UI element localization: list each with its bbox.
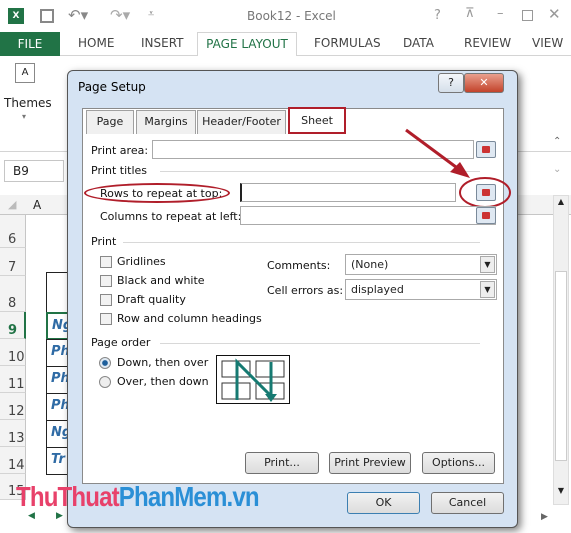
divider bbox=[123, 242, 480, 243]
expand-formula-icon[interactable]: ⌄ bbox=[553, 164, 561, 175]
checkbox[interactable] bbox=[100, 294, 112, 306]
cols-repeat-input[interactable] bbox=[240, 206, 496, 225]
cell-errors-label: Cell errors as: bbox=[267, 284, 344, 297]
tab-data[interactable]: DATA bbox=[403, 36, 434, 50]
ribbon-display-icon[interactable]: ⊼ bbox=[465, 6, 475, 21]
row-header[interactable]: 14 bbox=[0, 447, 26, 474]
print-titles-label: Print titles bbox=[91, 164, 148, 177]
help-icon[interactable]: ? bbox=[434, 8, 441, 23]
page-order-label: Page order bbox=[91, 336, 151, 349]
chevron-down-icon[interactable]: ▼ bbox=[480, 256, 495, 273]
row-header[interactable]: 10 bbox=[0, 339, 26, 366]
checkbox-label[interactable]: Draft quality bbox=[117, 293, 186, 306]
cancel-button[interactable]: Cancel bbox=[431, 492, 504, 514]
print-section-label: Print bbox=[91, 235, 117, 248]
row-header[interactable]: 8 bbox=[0, 276, 26, 312]
themes-icon: A bbox=[15, 63, 35, 83]
checkbox[interactable] bbox=[100, 256, 112, 268]
scroll-up-icon[interactable]: ▲ bbox=[555, 197, 567, 211]
tab-sheet[interactable]: Sheet bbox=[288, 107, 346, 134]
radio-button[interactable] bbox=[99, 376, 111, 388]
tab-insert[interactable]: INSERT bbox=[141, 36, 184, 50]
print-button[interactable]: Print... bbox=[245, 452, 319, 474]
comments-label: Comments: bbox=[267, 259, 331, 272]
window-title: Book12 - Excel bbox=[247, 9, 336, 23]
tab-home[interactable]: HOME bbox=[78, 36, 114, 50]
tab-header-footer[interactable]: Header/Footer bbox=[197, 110, 286, 134]
redo-icon[interactable]: ↷▾ bbox=[110, 6, 130, 24]
themes-label: Themes bbox=[4, 96, 52, 110]
row-header[interactable]: 11 bbox=[0, 366, 26, 393]
tab-review[interactable]: REVIEW bbox=[464, 36, 511, 50]
checkbox-label[interactable]: Gridlines bbox=[117, 255, 166, 268]
page-order-preview-icon bbox=[216, 355, 290, 404]
undo-icon[interactable]: ↶▾ bbox=[68, 6, 88, 24]
comments-select[interactable]: (None) ▼ bbox=[345, 254, 497, 275]
chevron-down-icon[interactable]: ▼ bbox=[480, 281, 495, 298]
tab-page-layout[interactable]: PAGE LAYOUT bbox=[197, 32, 297, 57]
watermark-part2: PhanMem.vn bbox=[118, 481, 260, 512]
comments-value: (None) bbox=[351, 258, 389, 271]
radio-label[interactable]: Over, then down bbox=[117, 375, 209, 388]
chevron-down-icon: ▾ bbox=[22, 112, 27, 121]
tab-formulas[interactable]: FORMULAS bbox=[314, 36, 381, 50]
customize-qat-icon[interactable]: ⩡ bbox=[148, 7, 154, 21]
print-preview-button[interactable]: Print Preview bbox=[329, 452, 411, 474]
ok-button[interactable]: OK bbox=[347, 492, 420, 514]
print-area-label: Print area: bbox=[91, 144, 149, 157]
row-header[interactable]: 7 bbox=[0, 248, 26, 276]
themes-button[interactable]: A Themes ▾ bbox=[4, 60, 52, 126]
column-header-a[interactable]: A bbox=[33, 198, 41, 212]
watermark-logo: ThuThuatPhanMem.vn bbox=[16, 481, 260, 513]
dialog-help-button[interactable]: ? bbox=[438, 73, 464, 93]
radio-button[interactable] bbox=[99, 357, 111, 369]
annotation-ellipse-label bbox=[84, 183, 230, 203]
maximize-icon[interactable] bbox=[522, 10, 533, 21]
collapse-ribbon-icon[interactable]: ⌃ bbox=[553, 136, 561, 147]
row-header[interactable]: 13 bbox=[0, 420, 26, 447]
hscroll-right-icon[interactable]: ▶ bbox=[541, 512, 548, 522]
print-button-label: Print... bbox=[264, 456, 300, 469]
options-button[interactable]: Options... bbox=[422, 452, 495, 474]
title-bar: X ↶▾ ↷▾ ⩡ Book12 - Excel ? ⊼ – ✕ bbox=[0, 0, 571, 32]
annotation-arrow-icon bbox=[405, 128, 470, 178]
close-icon[interactable]: ✕ bbox=[548, 5, 561, 23]
tab-view[interactable]: VIEW bbox=[532, 36, 563, 50]
row-header[interactable]: 6 bbox=[0, 215, 26, 248]
tab-margins[interactable]: Margins bbox=[136, 110, 196, 134]
cols-repeat-label: Columns to repeat at left: bbox=[100, 210, 242, 223]
checkbox[interactable] bbox=[100, 275, 112, 287]
dialog-title: Page Setup bbox=[78, 80, 146, 94]
vertical-scrollbar[interactable]: ▲ ▼ bbox=[553, 195, 569, 505]
checkbox-label[interactable]: Row and column headings bbox=[117, 312, 262, 325]
watermark-part1: ThuThuat bbox=[16, 481, 120, 512]
checkbox[interactable] bbox=[100, 313, 112, 325]
checkbox-label[interactable]: Black and white bbox=[117, 274, 205, 287]
minimize-icon[interactable]: – bbox=[497, 6, 504, 21]
radio-label[interactable]: Down, then over bbox=[117, 356, 208, 369]
scroll-thumb[interactable] bbox=[555, 271, 567, 461]
row-header[interactable]: 12 bbox=[0, 393, 26, 420]
cell-errors-value: displayed bbox=[351, 283, 404, 296]
divider bbox=[160, 343, 480, 344]
row-header[interactable]: 9 bbox=[0, 312, 26, 339]
tab-page[interactable]: Page bbox=[86, 110, 134, 134]
cell-errors-select[interactable]: displayed ▼ bbox=[345, 279, 497, 300]
cols-repeat-collapse-button[interactable] bbox=[476, 207, 496, 224]
save-icon[interactable] bbox=[40, 9, 54, 23]
name-box[interactable]: B9 bbox=[4, 160, 64, 182]
select-all-corner[interactable]: ◢ bbox=[8, 198, 16, 211]
page-setup-dialog: Page Setup ? ✕ Page Margins Header/Foote… bbox=[67, 70, 518, 528]
dialog-close-button[interactable]: ✕ bbox=[464, 73, 504, 93]
print-area-collapse-button[interactable] bbox=[476, 141, 496, 158]
scroll-down-icon[interactable]: ▼ bbox=[555, 486, 567, 500]
tab-file[interactable]: FILE bbox=[0, 32, 60, 56]
excel-logo-icon: X bbox=[8, 8, 24, 24]
